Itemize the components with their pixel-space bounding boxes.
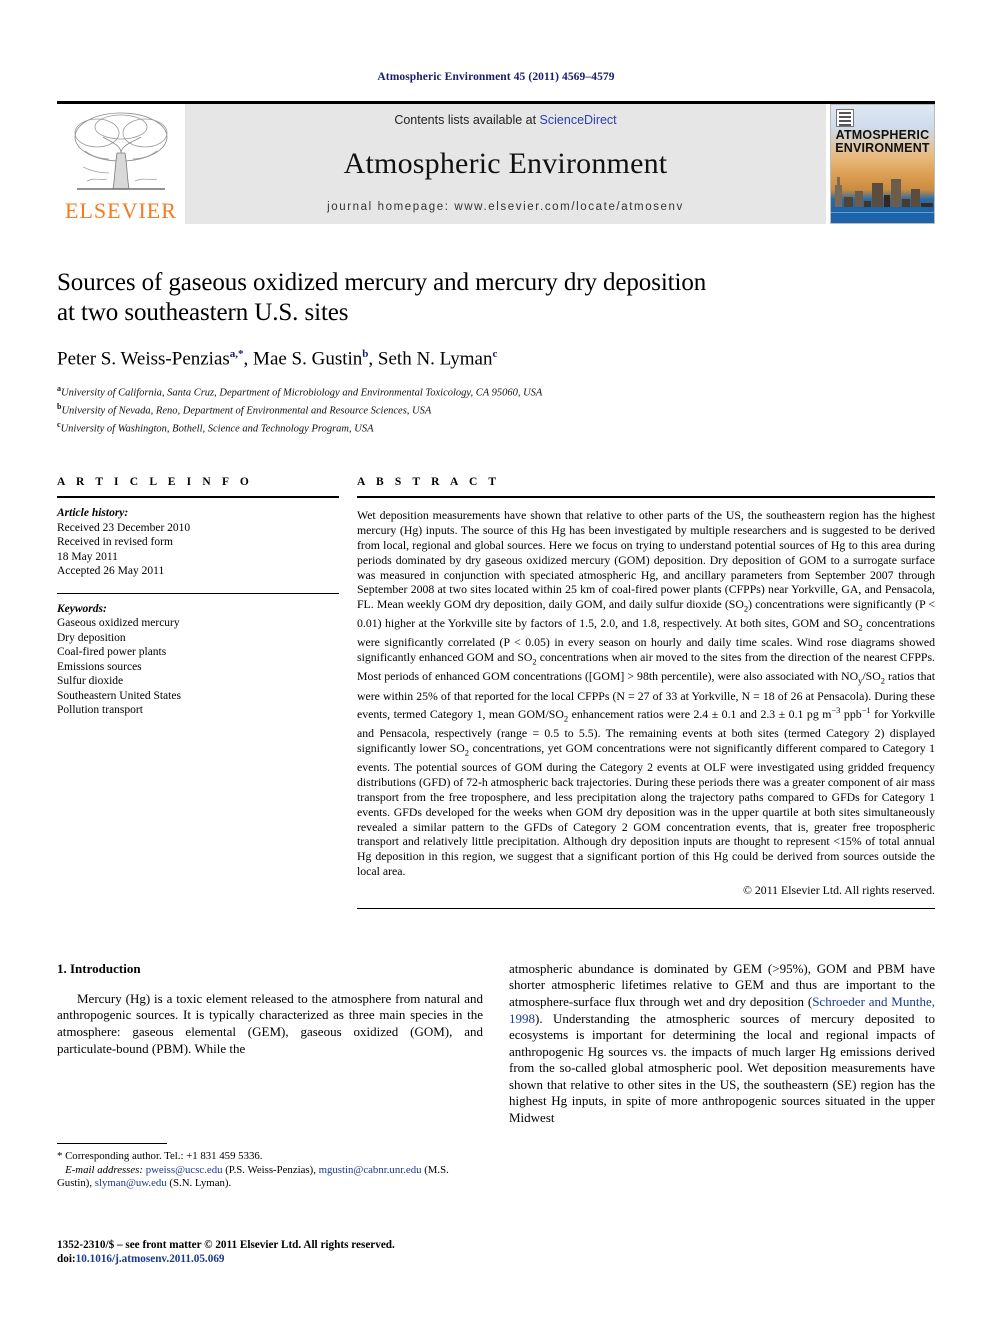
- sciencedirect-link[interactable]: ScienceDirect: [540, 113, 617, 127]
- email-link-1[interactable]: pweiss@ucsc.edu: [146, 1164, 223, 1176]
- abstract-sup-minus1: −1: [861, 705, 871, 716]
- elsevier-logo: ELSEVIER: [57, 104, 185, 224]
- affiliation-text: University of Nevada, Reno, Department o…: [61, 405, 432, 417]
- abstract-copyright: © 2011 Elsevier Ltd. All rights reserved…: [743, 882, 935, 897]
- author-affil-mark-b: b: [362, 348, 369, 360]
- footnote-rule: [57, 1143, 167, 1144]
- abstract-column: A B S T R A C T Wet deposition measureme…: [339, 476, 935, 909]
- article-history-block: Article history: Received 23 December 20…: [57, 498, 339, 579]
- history-line: Received 23 December 2010: [57, 521, 191, 534]
- running-head: Atmospheric Environment 45 (2011) 4569–4…: [377, 71, 615, 83]
- abstract-seg-7: enhancement ratios were 2.4 ± 0.1 and 2.…: [568, 707, 832, 722]
- abstract-seg-1: Wet deposition measurements have shown t…: [357, 508, 935, 612]
- elsevier-tree-icon: [74, 112, 168, 190]
- email-addresses-line: E-mail addresses: pweiss@ucsc.edu (P.S. …: [57, 1164, 483, 1191]
- cover-title-line2: ENVIRONMENT: [835, 141, 930, 155]
- email-label: E-mail addresses:: [65, 1163, 143, 1176]
- article-info-column: A R T I C L E I N F O Article history: R…: [57, 476, 339, 908]
- cover-water-band: [831, 207, 934, 223]
- keyword-item: Sulfur dioxide: [57, 675, 124, 688]
- journal-homepage[interactable]: journal homepage: www.elsevier.com/locat…: [327, 201, 684, 213]
- keywords-label: Keywords:: [57, 602, 107, 615]
- abstract-text: Wet deposition measurements have shown t…: [357, 498, 935, 878]
- corresponding-author-note: * Corresponding author. Tel.: +1 831 459…: [57, 1150, 483, 1191]
- doi-link[interactable]: 10.1016/j.atmosenv.2011.05.069: [76, 1253, 225, 1265]
- intro-paragraph-left: Mercury (Hg) is a toxic element released…: [57, 990, 483, 1056]
- email-owner-3: (S.N. Lyman).: [166, 1177, 232, 1190]
- journal-masthead: ELSEVIER Contents lists available at Sci…: [57, 101, 935, 224]
- history-line: 18 May 2011: [57, 550, 118, 563]
- journal-title: Atmospheric Environment: [343, 147, 668, 180]
- abstract-heading: A B S T R A C T: [357, 476, 501, 489]
- affiliation-item: bUniversity of Nevada, Reno, Department …: [57, 400, 935, 418]
- issn-line: 1352-2310/$ – see front matter © 2011 El…: [57, 1239, 395, 1251]
- keyword-item: Southeastern United States: [57, 689, 181, 702]
- abstract-seg-10: concentrations, yet GOM concentrations w…: [357, 741, 935, 878]
- paper-page: Atmospheric Environment 45 (2011) 4569–4…: [0, 0, 992, 1323]
- abstract-seg-5: /SO: [862, 669, 881, 684]
- footnote-block: * Corresponding author. Tel.: +1 831 459…: [57, 1143, 483, 1191]
- body-columns: 1. Introduction Mercury (Hg) is a toxic …: [57, 961, 935, 1127]
- keyword-item: Coal-fired power plants: [57, 646, 167, 659]
- email-owner-1: (P.S. Weiss-Penzias),: [222, 1163, 319, 1176]
- corresponding-author-line: * Corresponding author. Tel.: +1 831 459…: [57, 1150, 263, 1162]
- contents-list-line: Contents lists available at ScienceDirec…: [394, 113, 616, 127]
- keyword-item: Pollution transport: [57, 704, 143, 717]
- keyword-item: Dry deposition: [57, 631, 126, 644]
- doi-line: doi:10.1016/j.atmosenv.2011.05.069: [57, 1252, 497, 1266]
- article-history-label: Article history:: [57, 507, 129, 520]
- author-list: Peter S. Weiss-Penziasa,*, Mae S. Gustin…: [57, 348, 498, 370]
- keyword-item: Gaseous oxidized mercury: [57, 617, 180, 630]
- journal-cover-image: ATMOSPHERIC ENVIRONMENT: [830, 104, 935, 224]
- history-line: Accepted 26 May 2011: [57, 565, 165, 578]
- title-block: Sources of gaseous oxidized mercury and …: [57, 268, 935, 436]
- affiliation-list: aUniversity of California, Santa Cruz, D…: [57, 382, 935, 436]
- email-link-2[interactable]: mgustin@cabnr.unr.edu: [319, 1164, 422, 1176]
- author-affil-mark-c: c: [492, 348, 498, 360]
- info-abstract-row: A R T I C L E I N F O Article history: R…: [57, 476, 935, 909]
- affiliation-item: cUniversity of Washington, Bothell, Scie…: [57, 418, 935, 436]
- abstract-seg-8: ppb: [840, 707, 862, 722]
- body-column-left: 1. Introduction Mercury (Hg) is a toxic …: [57, 961, 483, 1127]
- title-line-1: Sources of gaseous oxidized mercury and …: [57, 269, 707, 296]
- affiliation-text: University of Washington, Bothell, Scien…: [60, 423, 374, 435]
- cover-stamp-icon: [836, 109, 854, 127]
- keywords-block: Keywords: Gaseous oxidized mercury Dry d…: [57, 594, 339, 718]
- doi-label: doi:: [57, 1253, 76, 1265]
- body-column-right: atmospheric abundance is dominated by GE…: [509, 961, 935, 1127]
- intro-right-seg-2: ). Understanding the atmospheric sources…: [509, 1010, 935, 1126]
- keyword-item: Emissions sources: [57, 660, 142, 673]
- article-info-heading: A R T I C L E I N F O: [57, 476, 253, 489]
- intro-paragraph-right: atmospheric abundance is dominated by GE…: [509, 961, 935, 1127]
- history-line: Received in revised form: [57, 536, 173, 549]
- issn-doi-block: 1352-2310/$ – see front matter © 2011 El…: [57, 1238, 497, 1266]
- affiliation-text: University of California, Santa Cruz, De…: [61, 387, 543, 399]
- affiliation-item: aUniversity of California, Santa Cruz, D…: [57, 382, 935, 400]
- page-title: Sources of gaseous oxidized mercury and …: [57, 268, 935, 328]
- abstract-bottom-rule: [357, 907, 935, 909]
- section-heading-introduction: 1. Introduction: [57, 960, 141, 976]
- masthead-center: Contents lists available at ScienceDirec…: [185, 104, 826, 224]
- title-line-2: at two southeastern U.S. sites: [57, 299, 349, 326]
- contents-prefix: Contents lists available at: [394, 113, 540, 127]
- elsevier-wordmark: ELSEVIER: [65, 198, 177, 223]
- email-link-3[interactable]: slyman@uw.edu: [95, 1177, 167, 1189]
- cover-title: ATMOSPHERIC ENVIRONMENT: [831, 129, 934, 155]
- author-affil-mark-a: a,*: [229, 348, 244, 360]
